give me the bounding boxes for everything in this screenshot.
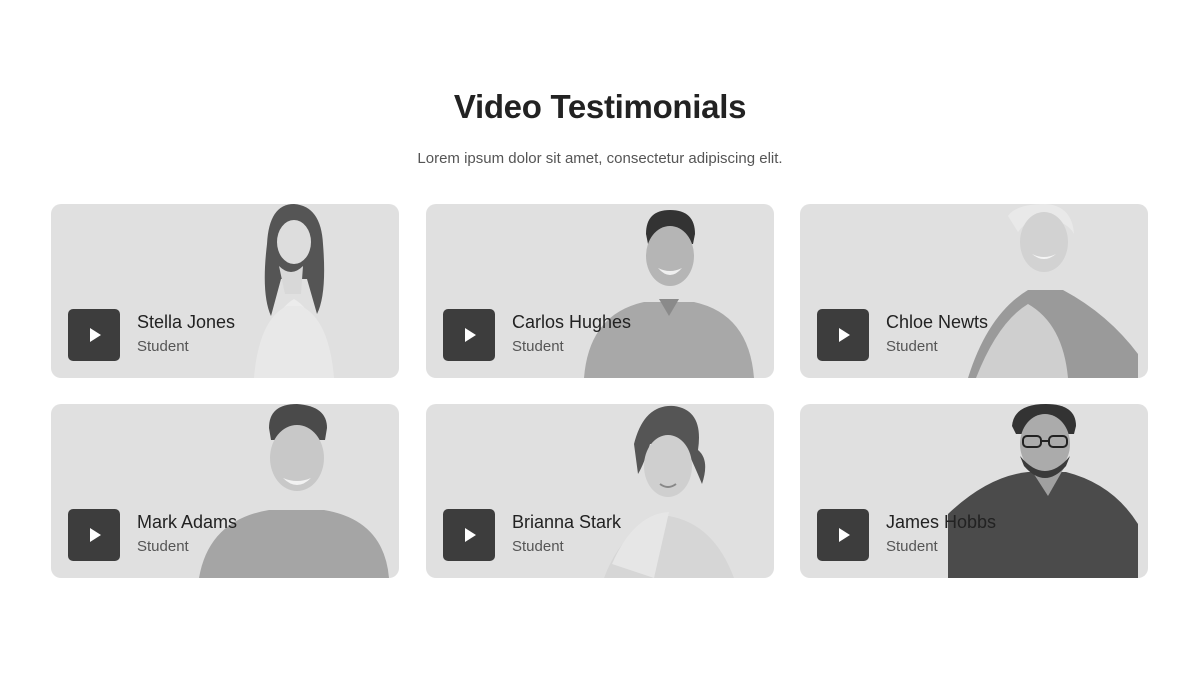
person-photo: [584, 210, 754, 378]
play-icon: [839, 528, 850, 542]
person-photo: [948, 404, 1138, 578]
testimonial-card[interactable]: Stella Jones Student: [51, 204, 399, 378]
play-button[interactable]: [443, 309, 495, 361]
testimonial-card[interactable]: Chloe Newts Student: [800, 204, 1148, 378]
person-name: Stella Jones: [137, 312, 236, 332]
play-button[interactable]: [68, 509, 120, 561]
person-role: Student: [886, 538, 938, 555]
testimonial-card[interactable]: James Hobbs Student: [800, 404, 1148, 578]
person-photo: [199, 404, 389, 578]
person-role: Student: [137, 538, 189, 555]
play-button[interactable]: [68, 309, 120, 361]
play-button[interactable]: [443, 509, 495, 561]
play-button[interactable]: [817, 509, 869, 561]
person-role: Student: [886, 338, 938, 355]
person-name: Mark Adams: [137, 512, 238, 532]
testimonial-card[interactable]: Mark Adams Student: [51, 404, 399, 578]
play-icon: [465, 528, 476, 542]
person-photo: [254, 204, 334, 378]
person-role: Student: [137, 338, 189, 355]
person-photo: [604, 405, 734, 578]
play-button[interactable]: [817, 309, 869, 361]
testimonial-card[interactable]: Brianna Stark Student: [426, 404, 774, 578]
section-title: Video Testimonials: [453, 88, 747, 125]
person-name: Chloe Newts: [886, 312, 989, 332]
play-icon: [90, 328, 101, 342]
video-testimonials-section: Video Testimonials Lorem ipsum dolor sit…: [0, 0, 1200, 679]
person-name: Carlos Hughes: [512, 312, 632, 332]
person-photo: [968, 204, 1138, 378]
play-icon: [839, 328, 850, 342]
person-name: Brianna Stark: [512, 512, 622, 532]
play-icon: [465, 328, 476, 342]
section-subtitle: Lorem ipsum dolor sit amet, consectetur …: [417, 150, 783, 167]
person-role: Student: [512, 538, 564, 555]
person-role: Student: [512, 338, 564, 355]
play-icon: [90, 528, 101, 542]
person-name: James Hobbs: [886, 512, 997, 532]
testimonial-card[interactable]: Carlos Hughes Student: [426, 204, 774, 378]
